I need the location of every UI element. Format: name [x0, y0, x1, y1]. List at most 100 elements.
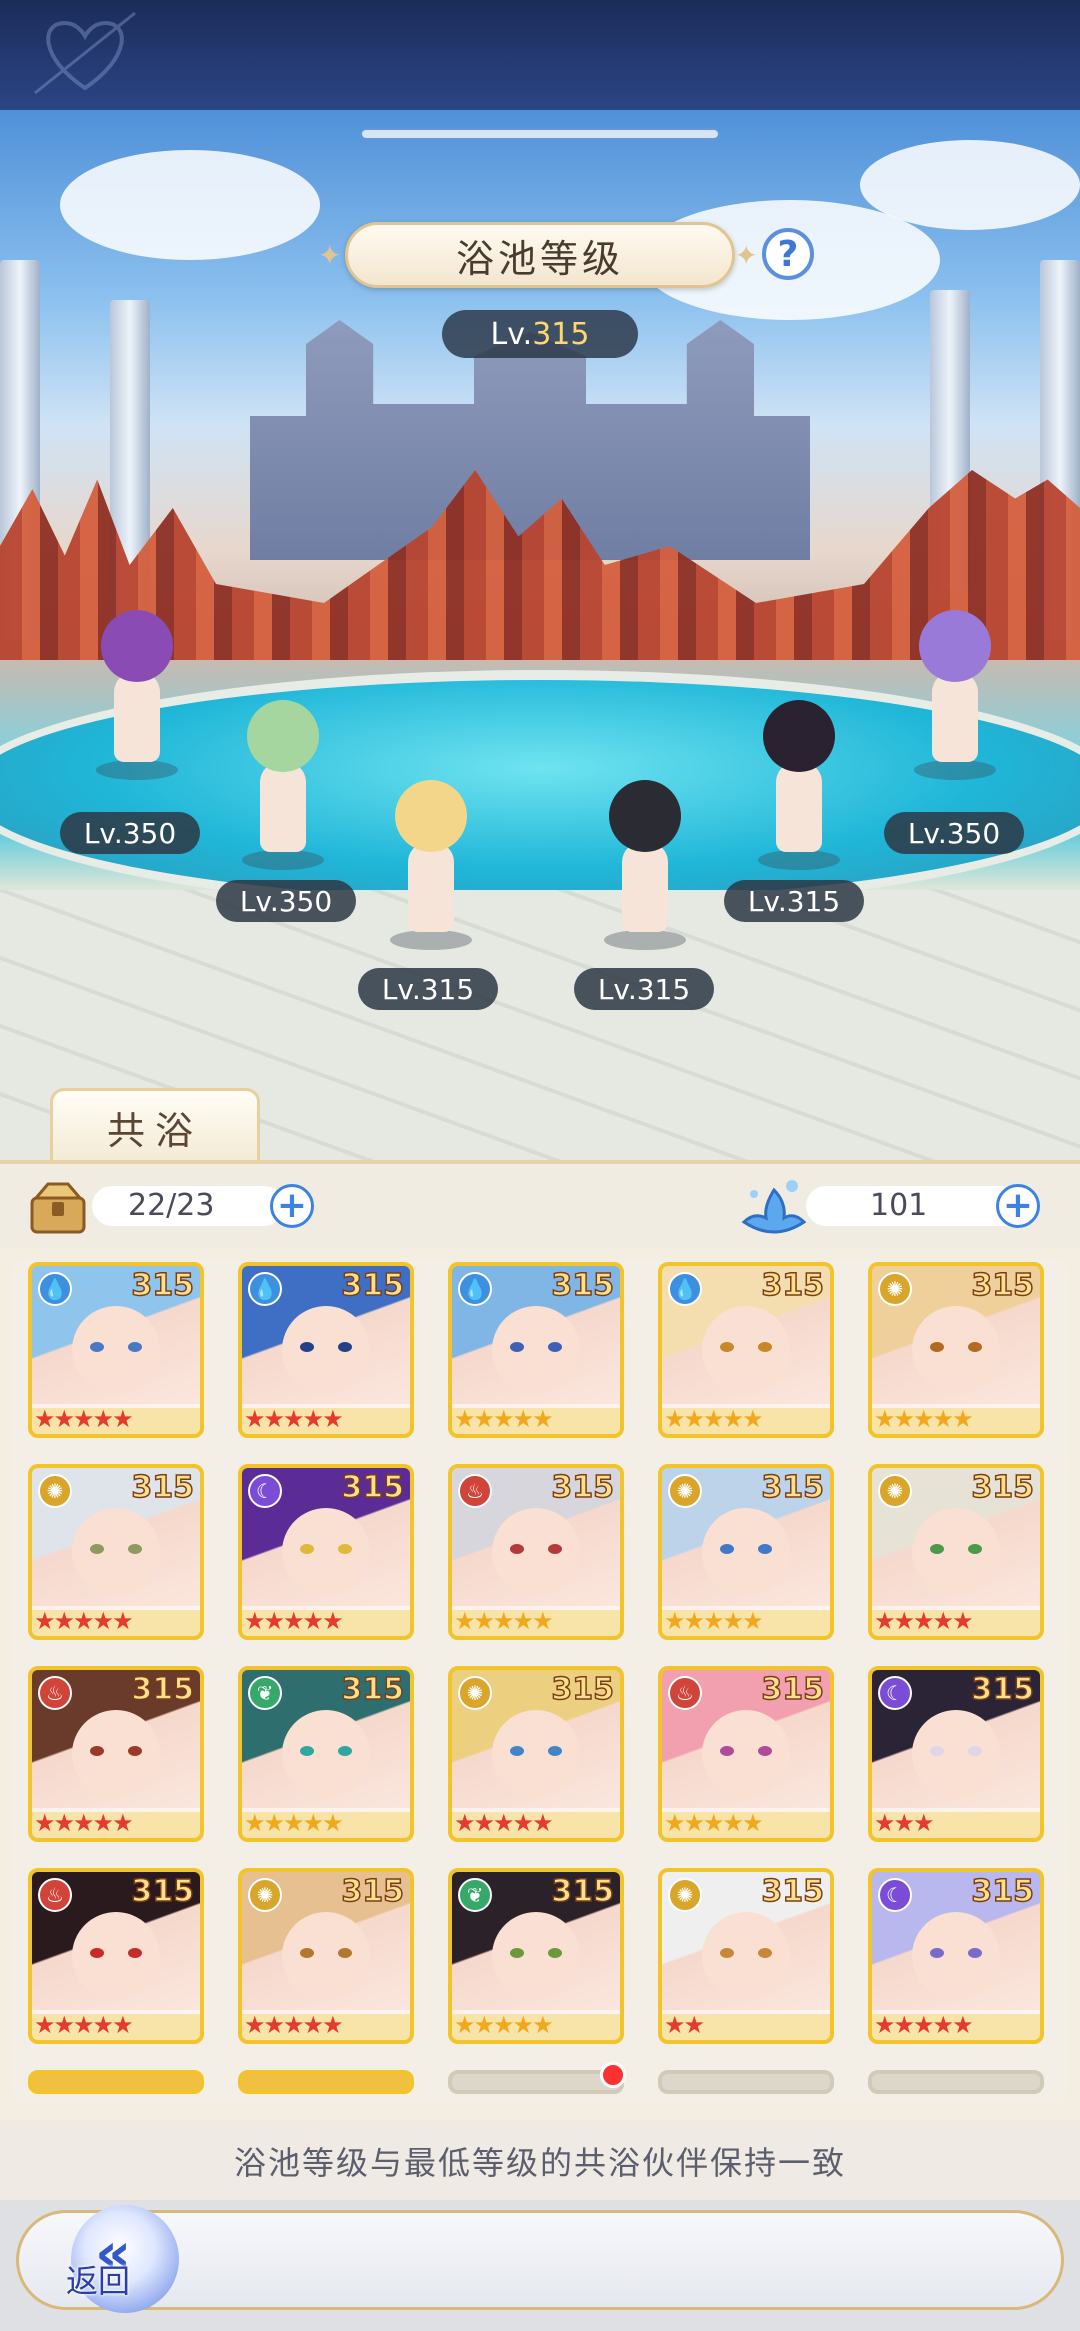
partner-card[interactable]: ✺ 315 ★★★★★: [238, 1868, 414, 2044]
star-rating: ★★★★★: [872, 2010, 1040, 2040]
star-rating: ★★★★★: [662, 1404, 830, 1434]
tab-cobath[interactable]: 共浴: [50, 1088, 260, 1164]
partner-card[interactable]: 💧 315 ★★★★★: [238, 1262, 414, 1438]
star-rating: ★★★★★: [452, 2010, 620, 2040]
partner-card[interactable]: ☾ 315 ★★★★★: [868, 1868, 1044, 2044]
partner-level: 315: [761, 1267, 825, 1304]
empty-slot[interactable]: [658, 2070, 834, 2094]
partner-level: 315: [131, 1671, 195, 1708]
star-rating: ★★★★★: [32, 2010, 200, 2040]
dark-element-icon: ☾: [248, 1474, 282, 1508]
chibi-level-badge: Lv.315: [358, 968, 498, 1010]
partner-level: 315: [341, 1873, 405, 1910]
drag-handle[interactable]: [362, 130, 718, 138]
wind-element-icon: ❦: [458, 1878, 492, 1912]
water-element-icon: 💧: [248, 1272, 282, 1306]
star-rating: ★★★★★: [242, 2010, 410, 2040]
partner-level: 315: [551, 1671, 615, 1708]
water-element-icon: 💧: [668, 1272, 702, 1306]
star-rating: ★★★★★: [452, 1606, 620, 1636]
star-rating: ★★★★★: [662, 1606, 830, 1636]
star-rating: ★★★★★: [32, 1606, 200, 1636]
add-slot-button[interactable]: +: [270, 1184, 314, 1228]
hint-bar: 浴池等级与最低等级的共浴伙伴保持一致: [0, 2120, 1080, 2200]
partner-level: 315: [551, 1469, 615, 1506]
partner-card[interactable]: 💧 315 ★★★★★: [28, 1262, 204, 1438]
star-rating: ★★★★★: [872, 1606, 1040, 1636]
chibi-cow-girl[interactable]: [584, 780, 704, 950]
bottom-nav-bar: «: [16, 2205, 1064, 2313]
partner-card[interactable]: [238, 2070, 414, 2094]
star-rating: ★★★★★: [452, 1808, 620, 1838]
partner-level: 315: [551, 1267, 615, 1304]
partner-level: 315: [131, 1873, 195, 1910]
light-element-icon: ✺: [878, 1272, 912, 1306]
partner-card[interactable]: [28, 2070, 204, 2094]
star-rating: ★★★: [872, 1808, 1040, 1838]
star-rating: ★★★★★: [242, 1404, 410, 1434]
partner-level: 315: [551, 1873, 615, 1910]
empty-slot[interactable]: [448, 2070, 624, 2094]
partner-level: 315: [341, 1267, 405, 1304]
partner-grid: 💧 315 ★★★★★ 💧 315 ★★★★★ 💧 315 ★★★★★ 💧 315 ★★★★★ ✺ 315…: [12, 1260, 1068, 2102]
chibi-dark-anubis-girl[interactable]: [738, 700, 858, 870]
water-element-icon: 💧: [458, 1272, 492, 1306]
star-rating: ★★★★★: [662, 1808, 830, 1838]
partner-card[interactable]: ❦ 315 ★★★★★: [238, 1666, 414, 1842]
star-rating: ★★★★★: [32, 1404, 200, 1434]
partner-card[interactable]: ☾ 315 ★★★★★: [238, 1464, 414, 1640]
chibi-purple-cat-girl[interactable]: [76, 610, 196, 780]
partner-card[interactable]: ♨ 315 ★★★★★: [28, 1868, 204, 2044]
water-element-icon: 💧: [38, 1272, 72, 1306]
fire-element-icon: ♨: [458, 1474, 492, 1508]
partner-card[interactable]: ♨ 315 ★★★★★: [658, 1666, 834, 1842]
chibi-level-badge: Lv.350: [884, 812, 1024, 854]
star-rating: ★★★★★: [32, 1808, 200, 1838]
treasure-box-icon: [30, 1182, 86, 1234]
partner-card[interactable]: ✺ 315 ★★★★★: [28, 1464, 204, 1640]
back-label[interactable]: 返回: [66, 2256, 130, 2302]
wind-element-icon: ❦: [248, 1676, 282, 1710]
partner-card[interactable]: ☾ 315 ★★★: [868, 1666, 1044, 1842]
partner-card[interactable]: 💧 315 ★★★★★: [448, 1262, 624, 1438]
star-rating: ★★★★★: [242, 1808, 410, 1838]
partner-card[interactable]: ✺ 315 ★★★★★: [658, 1464, 834, 1640]
chibi-green-hair-girl[interactable]: [222, 700, 342, 870]
dark-element-icon: ☾: [878, 1676, 912, 1710]
pool-title: 浴池等级: [318, 222, 762, 288]
light-element-icon: ✺: [668, 1474, 702, 1508]
light-element-icon: ✺: [878, 1474, 912, 1508]
partner-card[interactable]: ♨ 315 ★★★★★: [28, 1666, 204, 1842]
chibi-lavender-twin-tail-girl[interactable]: [894, 610, 1014, 780]
partner-card[interactable]: ❦ 315 ★★★★★: [448, 1868, 624, 2044]
resource-row: 22/23 + 101 +: [0, 1164, 1080, 1248]
pool-level-badge: Lv. 315: [442, 310, 638, 358]
partner-card[interactable]: ♨ 315 ★★★★★: [448, 1464, 624, 1640]
partner-card[interactable]: ✺ 315 ★★: [658, 1868, 834, 2044]
partner-level: 315: [131, 1267, 195, 1304]
help-icon[interactable]: ?: [762, 228, 814, 280]
partner-card[interactable]: ✺ 315 ★★★★★: [448, 1666, 624, 1842]
star-rating: ★★★★★: [872, 1404, 1040, 1434]
dark-element-icon: ☾: [878, 1878, 912, 1912]
light-element-icon: ✺: [668, 1878, 702, 1912]
bath-points-count: 101: [870, 1188, 928, 1223]
partner-level: 315: [971, 1469, 1035, 1506]
empty-slot[interactable]: [868, 2070, 1044, 2094]
chibi-level-badge: Lv.315: [574, 968, 714, 1010]
add-bath-points-button[interactable]: +: [996, 1184, 1040, 1228]
partner-card[interactable]: ✺ 315 ★★★★★: [868, 1464, 1044, 1640]
heart-arrow-icon: [34, 11, 136, 95]
fire-element-icon: ♨: [668, 1676, 702, 1710]
light-element-icon: ✺: [458, 1676, 492, 1710]
fire-element-icon: ♨: [38, 1676, 72, 1710]
partner-card[interactable]: 💧 315 ★★★★★: [658, 1262, 834, 1438]
star-rating: ★★: [662, 2010, 830, 2040]
top-bar: [0, 0, 1080, 110]
chibi-blonde-girl[interactable]: [370, 780, 490, 950]
hint-text: 浴池等级与最低等级的共浴伙伴保持一致: [233, 2144, 846, 2182]
partner-level: 315: [341, 1671, 405, 1708]
bottom-nav: «: [0, 2200, 1080, 2331]
partner-card[interactable]: ✺ 315 ★★★★★: [868, 1262, 1044, 1438]
water-splash-icon: [741, 1180, 807, 1234]
